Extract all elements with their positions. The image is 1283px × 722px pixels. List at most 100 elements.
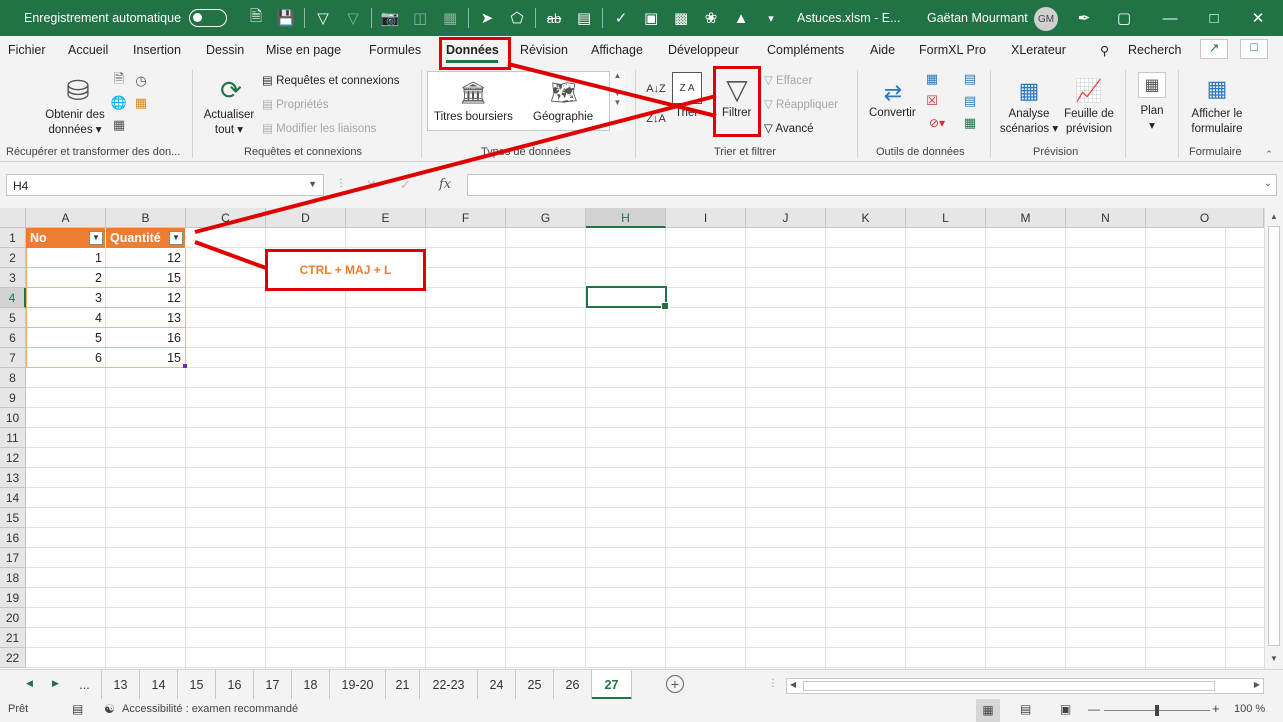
row-header-6[interactable]: 6 — [0, 328, 26, 348]
check-icon[interactable]: ✓ — [606, 0, 636, 36]
row-header-14[interactable]: 14 — [0, 488, 26, 508]
comments-icon[interactable]: □ — [1240, 39, 1268, 59]
properties-button[interactable]: ▤ Propriétés — [262, 97, 328, 111]
table-cell[interactable]: 3 — [26, 288, 106, 308]
scroll-left-icon[interactable]: ◀ — [790, 680, 796, 689]
save-icon[interactable]: 💾 — [271, 0, 301, 36]
row-header-13[interactable]: 13 — [0, 468, 26, 488]
enter-icon[interactable]: ✓ — [400, 177, 411, 193]
butterfly-icon[interactable]: ❀ — [696, 0, 726, 36]
flash-fill-icon[interactable]: ▦ — [922, 70, 942, 88]
row-header-20[interactable]: 20 — [0, 608, 26, 628]
row-header-2[interactable]: 2 — [0, 248, 26, 268]
sort-za-icon[interactable]: Z↓A — [644, 108, 668, 130]
stocks-button[interactable]: Titres boursiers — [434, 111, 513, 123]
relationships-icon[interactable]: ▤ — [960, 92, 980, 110]
scroll-down-icon[interactable]: ▼ — [1270, 654, 1278, 663]
table-cell[interactable]: 5 — [26, 328, 106, 348]
tab-fichier[interactable]: Fichier — [8, 43, 46, 57]
tab-complements[interactable]: Compléments — [767, 43, 844, 57]
from-table-icon[interactable]: ▦ — [110, 116, 128, 134]
row-header-19[interactable]: 19 — [0, 588, 26, 608]
geography-button[interactable]: Géographie — [533, 111, 593, 123]
prev-sheet-icon[interactable]: ◀ — [26, 678, 33, 689]
tab-formxl-pro[interactable]: FormXL Pro — [919, 43, 986, 57]
stocks-icon[interactable]: 🏛 — [455, 78, 491, 108]
recent-sources-icon[interactable]: ◷ — [132, 72, 150, 90]
outline-button[interactable]: Plan ▾ — [1132, 104, 1172, 134]
sheet-tab-more[interactable]: ... — [68, 670, 102, 700]
active-cell-h4[interactable] — [586, 286, 669, 310]
row-header-11[interactable]: 11 — [0, 428, 26, 448]
column-header-d[interactable]: D — [266, 208, 346, 228]
zoom-in-icon[interactable]: + — [1212, 701, 1220, 716]
tab-xlerateur[interactable]: XLerateur — [1011, 43, 1066, 57]
row-header-8[interactable]: 8 — [0, 368, 26, 388]
row-header-22[interactable]: 22 — [0, 648, 26, 668]
search-icon[interactable]: ⚲ — [1100, 43, 1109, 58]
get-data-button[interactable]: Obtenir des données ▾ — [40, 108, 110, 138]
row-header-5[interactable]: 5 — [0, 308, 26, 328]
column-header-e[interactable]: E — [346, 208, 426, 228]
select-objects-icon[interactable]: ⬠ — [502, 0, 532, 36]
filter-dropdown-icon[interactable]: ▼ — [169, 231, 183, 245]
select-cursor-icon[interactable]: ➤ — [472, 0, 502, 36]
column-header-h[interactable]: H — [586, 208, 666, 228]
table-resize-handle[interactable] — [183, 364, 187, 368]
sheet-tab-14[interactable]: 14 — [140, 670, 178, 700]
share-icon[interactable]: ↗ — [1200, 39, 1228, 59]
sheet-tab-15[interactable]: 15 — [178, 670, 216, 700]
column-header-m[interactable]: M — [986, 208, 1066, 228]
vertical-scroll-thumb[interactable] — [1268, 226, 1280, 646]
tab-aide[interactable]: Aide — [870, 43, 895, 57]
table-cell[interactable]: 6 — [26, 348, 106, 368]
sheet-tab-24[interactable]: 24 — [478, 670, 516, 700]
sort-az-icon[interactable]: A↓Z — [644, 78, 668, 100]
sheet-tab-18[interactable]: 18 — [292, 670, 330, 700]
reapply-button[interactable]: ▽ Réappliquer — [764, 97, 838, 111]
table-cell[interactable]: 1 — [26, 248, 106, 268]
maximize-icon[interactable]: □ — [1194, 0, 1234, 36]
tab-dessin[interactable]: Dessin — [206, 43, 244, 57]
data-model-icon[interactable]: ▦ — [960, 114, 980, 132]
camera-icon[interactable]: 📷 — [375, 0, 405, 36]
gallery-scroll[interactable]: ▲ ▼ ▼ — [609, 71, 625, 131]
column-header-f[interactable]: F — [426, 208, 506, 228]
horizontal-scroll-thumb[interactable] — [803, 681, 1215, 691]
row-header-16[interactable]: 16 — [0, 528, 26, 548]
close-icon[interactable]: ✕ — [1238, 0, 1278, 36]
queries-connections-button[interactable]: ▤ Requêtes et connexions — [262, 73, 399, 87]
add-sheet-icon[interactable]: + — [666, 675, 684, 693]
advanced-button[interactable]: ▽ Avancé — [764, 121, 814, 135]
tab-accueil[interactable]: Accueil — [68, 43, 108, 57]
strikethrough-icon[interactable]: ab — [539, 0, 569, 36]
select-all-corner[interactable] — [0, 208, 26, 228]
from-web-icon[interactable]: 🌐 — [110, 94, 128, 112]
new-file-icon[interactable]: 🗎 — [241, 0, 271, 36]
convert-button[interactable]: Convertir — [869, 107, 916, 119]
column-header-k[interactable]: K — [826, 208, 906, 228]
row-header-1[interactable]: 1 — [0, 228, 26, 248]
drag-handle-icon[interactable]: ⋮ — [336, 178, 346, 189]
sheet-tab-27[interactable]: 27 — [592, 670, 632, 700]
checkerboard-icon[interactable]: ▩ — [666, 0, 696, 36]
row-header-17[interactable]: 17 — [0, 548, 26, 568]
row-header-9[interactable]: 9 — [0, 388, 26, 408]
clear-button[interactable]: ▽ Effacer — [764, 73, 812, 87]
geography-icon[interactable]: 🗺 — [546, 78, 582, 108]
filter-icon[interactable]: ▽ — [308, 0, 338, 36]
row-header-21[interactable]: 21 — [0, 628, 26, 648]
column-header-a[interactable]: A — [26, 208, 106, 228]
column-header-j[interactable]: J — [746, 208, 826, 228]
drag-handle-icon[interactable]: ⋮ — [768, 678, 778, 689]
existing-connections-icon[interactable]: ▦ — [132, 94, 150, 112]
sheet-tab-21[interactable]: 21 — [386, 670, 420, 700]
zoom-out-icon[interactable]: — — [1088, 702, 1100, 716]
column-header-i[interactable]: I — [666, 208, 746, 228]
table-header-quantite[interactable]: Quantité ▼ — [106, 228, 186, 248]
clear-filter-icon[interactable]: ▽ — [338, 0, 368, 36]
page-break-icon[interactable]: ▣ — [1060, 702, 1071, 716]
consolidate-icon[interactable]: ▤ — [960, 70, 980, 88]
column-header-g[interactable]: G — [506, 208, 586, 228]
data-validation-icon[interactable]: ⊘▾ — [922, 114, 952, 132]
